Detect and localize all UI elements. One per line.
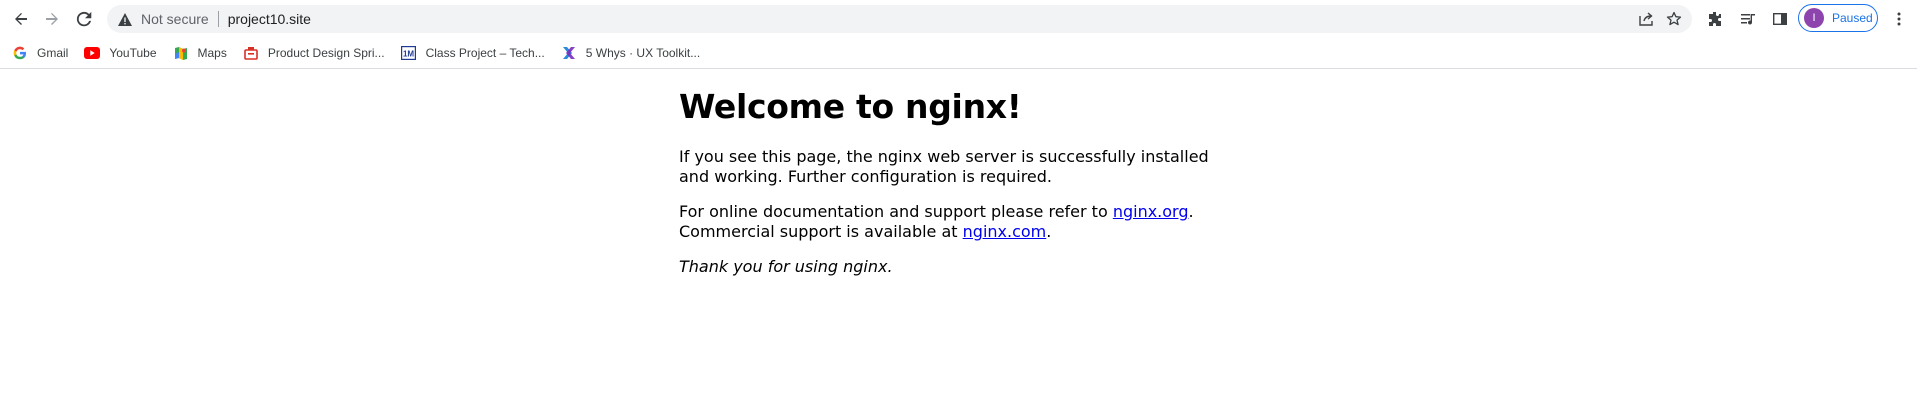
thanks-paragraph: Thank you for using nginx.: [679, 257, 1279, 277]
ux-toolkit-icon: [561, 45, 577, 61]
extensions-icon[interactable]: [1702, 6, 1728, 32]
more-vert-icon[interactable]: [1886, 6, 1912, 32]
maps-icon: [173, 45, 189, 61]
warning-icon[interactable]: [117, 11, 133, 27]
star-icon[interactable]: [1660, 5, 1688, 33]
browser-toolbar: Not secure project10.site I Paused: [0, 0, 1917, 38]
reload-button[interactable]: [71, 6, 97, 32]
media-icon[interactable]: [1735, 6, 1761, 32]
address-bar-actions: [1632, 5, 1692, 33]
bookmark-maps[interactable]: Maps: [173, 45, 227, 61]
bookmark-gmail[interactable]: Gmail: [12, 45, 68, 61]
commercial-text: Commercial support is available at: [679, 222, 963, 241]
bookmark-label: Maps: [197, 46, 227, 60]
bookmark-product-design[interactable]: Product Design Spri...: [243, 45, 385, 61]
nginx-com-link[interactable]: nginx.com: [963, 222, 1047, 241]
profile-button[interactable]: I Paused: [1798, 4, 1878, 32]
forward-arrow-icon: [46, 13, 58, 25]
bookmark-label: Product Design Spri...: [267, 46, 385, 60]
profile-status: Paused: [1832, 11, 1873, 25]
bookmark-label: Gmail: [37, 46, 69, 60]
bookmark-label: Class Project – Tech...: [425, 46, 545, 60]
nginx-org-link[interactable]: nginx.org: [1113, 202, 1189, 221]
back-arrow-icon: [15, 13, 27, 25]
bookmark-class-project[interactable]: 1M Class Project – Tech...: [401, 45, 545, 61]
back-button[interactable]: [8, 6, 34, 32]
bookmark-ux-toolkit[interactable]: 5 Whys · UX Toolkit...: [561, 45, 700, 61]
reload-icon: [76, 11, 92, 27]
forward-button[interactable]: [39, 6, 65, 32]
intro-paragraph: If you see this page, the nginx web serv…: [679, 147, 1209, 186]
support-text: For online documentation and support ple…: [679, 202, 1113, 221]
commercial-punct: .: [1046, 222, 1052, 241]
bookmarks-bar: Gmail YouTube Maps Product Design Spri..…: [0, 38, 1917, 69]
address-bar[interactable]: Not secure project10.site: [107, 5, 1692, 33]
address-separator: [217, 11, 219, 27]
url-text[interactable]: project10.site: [228, 11, 311, 27]
share-icon[interactable]: [1632, 5, 1660, 33]
bookmark-youtube[interactable]: YouTube: [84, 45, 157, 61]
page-title: Welcome to nginx!: [679, 87, 1022, 126]
side-panel-icon[interactable]: [1767, 6, 1793, 32]
support-paragraph: For online documentation and support ple…: [679, 202, 1279, 242]
bookmark-label: 5 Whys · UX Toolkit...: [585, 46, 701, 60]
class-project-icon: 1M: [401, 45, 417, 61]
security-status[interactable]: Not secure: [141, 11, 209, 27]
google-icon: [12, 45, 28, 61]
youtube-icon: [84, 45, 101, 61]
product-design-icon: [243, 45, 259, 61]
support-punct: .: [1188, 202, 1194, 221]
svg-text:1M: 1M: [403, 50, 414, 59]
avatar: I: [1804, 8, 1824, 28]
bookmark-label: YouTube: [109, 46, 157, 60]
thanks-text: Thank you for using nginx.: [679, 257, 893, 276]
page-content: Welcome to nginx! If you see this page, …: [679, 69, 1279, 277]
